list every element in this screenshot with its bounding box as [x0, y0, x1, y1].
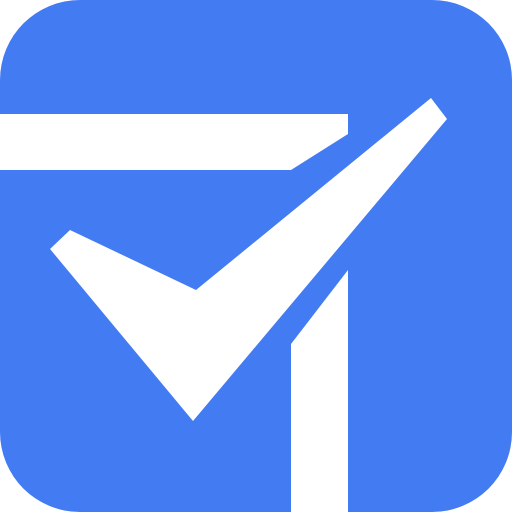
task-checkmark-icon [0, 0, 512, 512]
app-icon[interactable] [0, 0, 512, 512]
top-bar-shape [0, 114, 348, 170]
